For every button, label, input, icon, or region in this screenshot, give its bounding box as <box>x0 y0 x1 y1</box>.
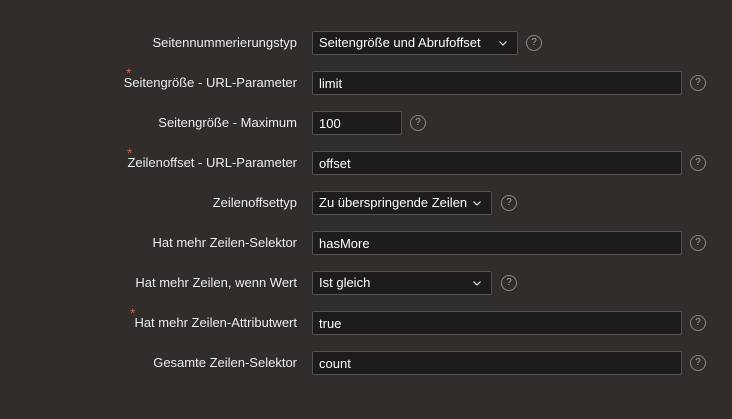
page-size-param-row: * Seitengröße - URL-Parameter ? <box>0 66 732 97</box>
pagination-type-value: Seitengröße und Abrufoffset <box>319 35 481 50</box>
row-offset-type-value: Zu überspringende Zeilen <box>319 195 468 210</box>
total-selector-input[interactable] <box>312 351 682 375</box>
row-offset-type-label: Zeilenoffsettyp <box>212 195 297 210</box>
pagination-type-row: Seitennummerierungstyp Seitengröße und A… <box>0 29 732 57</box>
has-more-when-label: Hat mehr Zeilen, wenn Wert <box>135 275 297 290</box>
help-icon[interactable]: ? <box>410 115 426 131</box>
help-icon[interactable]: ? <box>690 355 706 371</box>
help-icon[interactable]: ? <box>501 195 517 211</box>
has-more-attr-label: Hat mehr Zeilen-Attributwert <box>134 315 297 330</box>
chevron-down-icon <box>473 201 481 206</box>
page-size-max-row: Seitengröße - Maximum ? <box>0 109 732 137</box>
row-offset-type-select[interactable]: Zu überspringende Zeilen <box>312 191 492 215</box>
help-icon[interactable]: ? <box>690 75 706 91</box>
has-more-when-value: Ist gleich <box>319 275 371 290</box>
row-offset-param-row: * Zeilenoffset - URL-Parameter ? <box>0 146 732 177</box>
help-icon[interactable]: ? <box>690 155 706 171</box>
chevron-down-icon <box>499 41 507 46</box>
row-offset-param-label: Zeilenoffset - URL-Parameter <box>127 155 297 170</box>
has-more-when-row: Hat mehr Zeilen, wenn Wert Ist gleich ? <box>0 269 732 297</box>
total-selector-label: Gesamte Zeilen-Selektor <box>153 355 297 370</box>
page-size-param-label: Seitengröße - URL-Parameter <box>123 75 297 90</box>
pagination-type-label: Seitennummerierungstyp <box>152 35 297 50</box>
help-icon[interactable]: ? <box>690 235 706 251</box>
row-offset-type-row: Zeilenoffsettyp Zu überspringende Zeilen… <box>0 189 732 217</box>
help-icon[interactable]: ? <box>501 275 517 291</box>
page-size-param-input[interactable] <box>312 71 682 95</box>
has-more-selector-label: Hat mehr Zeilen-Selektor <box>152 235 298 250</box>
row-offset-param-input[interactable] <box>312 151 682 175</box>
has-more-when-select[interactable]: Ist gleich <box>312 271 492 295</box>
has-more-selector-input[interactable] <box>312 231 682 255</box>
chevron-down-icon <box>473 281 481 286</box>
has-more-attr-row: * Hat mehr Zeilen-Attributwert ? <box>0 306 732 337</box>
help-icon[interactable]: ? <box>526 35 542 51</box>
page-size-max-label: Seitengröße - Maximum <box>158 115 297 130</box>
pagination-type-select[interactable]: Seitengröße und Abrufoffset <box>312 31 518 55</box>
help-icon[interactable]: ? <box>690 315 706 331</box>
has-more-selector-row: Hat mehr Zeilen-Selektor ? <box>0 229 732 257</box>
total-selector-row: Gesamte Zeilen-Selektor ? <box>0 349 732 377</box>
page-size-max-input[interactable] <box>312 111 402 135</box>
has-more-attr-input[interactable] <box>312 311 682 335</box>
